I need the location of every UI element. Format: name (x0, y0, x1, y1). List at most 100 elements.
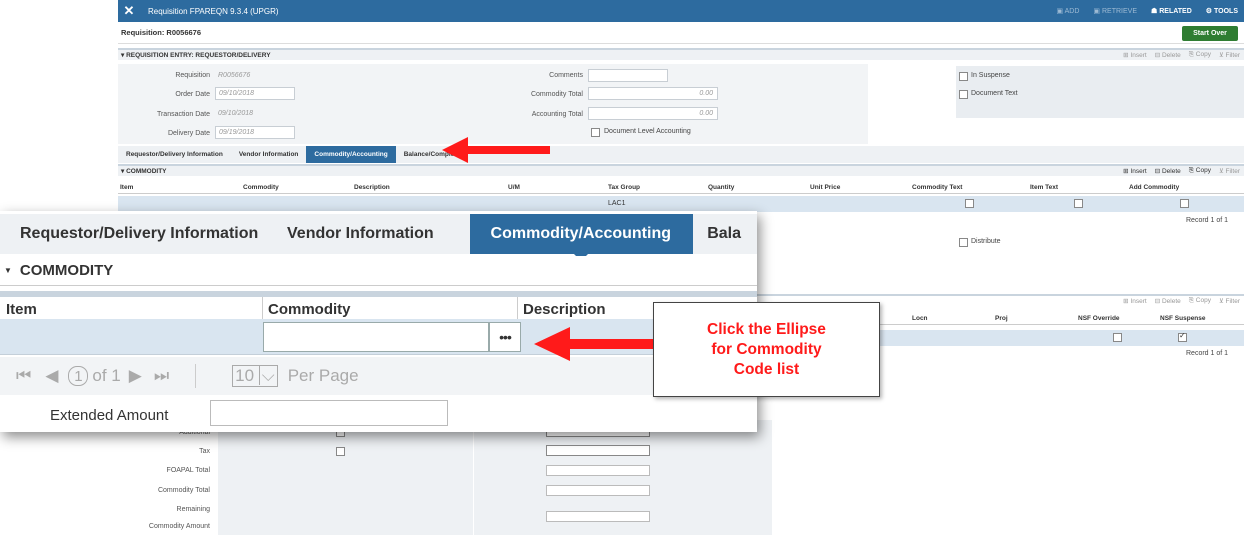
commodity-row[interactable]: LAC1 (118, 196, 1244, 212)
document-text-label: Document Text (971, 90, 1018, 97)
arrow-shaft (568, 339, 654, 349)
close-icon[interactable]: ✕ (118, 3, 140, 19)
prev-page-icon[interactable]: ◀ (45, 366, 58, 386)
zoom-section-header: ▼ COMMODITY (0, 256, 757, 286)
order-date-label: Order Date (175, 91, 210, 98)
filter-label: Filter (1225, 298, 1240, 305)
filter-label: Filter (1225, 52, 1240, 59)
filter-button[interactable]: ⊻ Filter (1219, 51, 1240, 59)
related-label: RELATED (1159, 8, 1192, 15)
tax-field[interactable] (546, 445, 650, 456)
comments-field[interactable] (588, 69, 668, 82)
foapal-total-label: FOAPAL Total (166, 467, 210, 474)
related-button[interactable]: ☗ RELATED (1151, 7, 1192, 15)
balance-col-a (218, 420, 473, 535)
col-item-text: Item Text (1030, 184, 1059, 191)
commodity-total-bal-field (546, 485, 650, 496)
item-text-checkbox[interactable] (1074, 199, 1083, 208)
col-locn: Locn (912, 315, 928, 322)
extended-amount-field[interactable] (210, 400, 448, 426)
commodity-section-title-text: COMMODITY (126, 168, 167, 175)
distribute-label: Distribute (971, 238, 1001, 245)
document-text-checkbox[interactable] (959, 90, 968, 99)
copy-button[interactable]: ⎘ Copy (1189, 51, 1211, 59)
commodity-code-input[interactable] (263, 322, 489, 352)
first-page-icon[interactable]: ⏮ (16, 366, 31, 386)
acct-filter-button[interactable]: ⊻ Filter (1219, 297, 1240, 305)
acct-insert-button[interactable]: ⊞ Insert (1123, 297, 1147, 305)
tools-button[interactable]: ⚙ TOOLS (1206, 7, 1238, 15)
commodity-insert-button[interactable]: ⊞ Insert (1123, 167, 1147, 175)
tax-checkbox[interactable] (336, 447, 345, 456)
zoom-tab-balance[interactable]: Bala (693, 214, 757, 254)
requisition-id: Requisition: R0056676 (121, 28, 202, 37)
commodity-total-label: Commodity Total (530, 91, 583, 98)
tab-requestor[interactable]: Requestor/Delivery Information (118, 146, 231, 163)
chevron-down-icon: ⌵ (258, 366, 275, 385)
ellipsis-pointer-arrow (534, 327, 654, 361)
record-count: Record 1 of 1 (1186, 217, 1229, 224)
col-quantity: Quantity (708, 184, 735, 191)
foapal-total-field (546, 465, 650, 476)
nsf-suspense-checkbox[interactable] (1178, 331, 1187, 342)
last-page-icon[interactable]: ⏭ (154, 366, 169, 386)
zoom-tab-requestor[interactable]: Requestor/Delivery Information (0, 214, 263, 254)
ellipsis-button[interactable]: ••• (489, 322, 521, 352)
commodity-delete-button[interactable]: ⊟ Delete (1155, 167, 1181, 175)
requisition-bar: Requisition: R0056676 (118, 22, 1244, 44)
add-button[interactable]: ▣ ADD (1056, 7, 1079, 15)
tab-bar: Requestor/Delivery Information Vendor In… (118, 146, 1244, 163)
tab-vendor[interactable]: Vendor Information (231, 146, 307, 163)
requisition-field: R0056676 (215, 69, 295, 82)
distribute-panel (868, 232, 1244, 290)
doc-level-accounting-label: Document Level Accounting (604, 128, 691, 135)
commodity-text-checkbox[interactable] (965, 199, 974, 208)
per-page-select[interactable]: 10 ⌵ (232, 365, 278, 387)
commodity-copy-button[interactable]: ⎘ Copy (1189, 167, 1211, 175)
distribute-checkbox[interactable] (959, 238, 968, 247)
collapse-icon[interactable]: ▼ (4, 266, 12, 275)
commodity-section-header: ▾ COMMODITY ⊞ Insert ⊟ Delete ⎘ Copy ⊻ F… (118, 164, 1244, 176)
insert-button[interactable]: ⊞ Insert (1123, 51, 1147, 59)
commodity-column-header: Item Commodity Description U/M Tax Group… (118, 181, 1244, 194)
zoom-tab-commodity[interactable]: Commodity/Accounting (469, 214, 694, 261)
remaining-label: Remaining (176, 506, 210, 513)
zoom-tab-vendor[interactable]: Vendor Information (263, 214, 470, 254)
insert-label: Insert (1130, 168, 1147, 175)
per-page-value: 10 (235, 366, 255, 385)
order-date-field[interactable]: 09/10/2018 (215, 87, 295, 100)
doc-level-accounting-checkbox[interactable] (591, 128, 600, 137)
col-commodity-text: Commodity Text (912, 184, 963, 191)
page-title: Requisition FPAREQN 9.3.4 (UPGR) (148, 6, 279, 16)
start-over-button[interactable]: Start Over (1182, 26, 1238, 41)
delivery-date-field[interactable]: 09/19/2018 (215, 126, 295, 139)
accounting-row[interactable] (875, 330, 1244, 346)
accounting-total-field: 0.00 (588, 107, 718, 120)
accounting-total-label: Accounting Total (531, 111, 583, 118)
per-page-label: Per Page (287, 366, 359, 385)
page-number-input[interactable]: 1 (68, 366, 89, 386)
record-count-accounting: Record 1 of 1 (1186, 350, 1229, 357)
entry-section-title: ▾ REQUISITION ENTRY: REQUESTOR/DELIVERY (121, 52, 271, 59)
acct-delete-button[interactable]: ⊟ Delete (1155, 297, 1181, 305)
commodity-filter-button[interactable]: ⊻ Filter (1219, 167, 1240, 175)
add-commodity-checkbox[interactable] (1180, 199, 1189, 208)
retrieve-button[interactable]: ▣ RETRIEVE (1093, 7, 1137, 15)
tab-pointer-arrow (442, 137, 550, 163)
tab-commodity-accounting[interactable]: Commodity/Accounting (306, 146, 396, 163)
col-tax-group: Tax Group (608, 184, 641, 191)
pagination-bar: ⏮ ◀ 1 of 1 ▶ ⏭ 10 ⌵ Per Page (0, 357, 757, 395)
in-suspense-checkbox[interactable] (959, 72, 968, 81)
delete-label: Delete (1161, 298, 1181, 305)
next-page-icon[interactable]: ▶ (129, 366, 142, 386)
delete-button[interactable]: ⊟ Delete (1155, 51, 1181, 59)
nsf-override-checkbox[interactable] (1113, 333, 1122, 342)
in-suspense-label: In Suspense (971, 72, 1010, 79)
insert-label: Insert (1130, 298, 1147, 305)
tax-group-cell: LAC1 (608, 200, 626, 207)
title-bar: ✕ Requisition FPAREQN 9.3.4 (UPGR) ▣ ADD… (118, 0, 1244, 22)
zoom-inset: Requestor/Delivery Information Vendor In… (0, 211, 757, 432)
acct-copy-button[interactable]: ⎘ Copy (1189, 297, 1211, 305)
filter-label: Filter (1225, 168, 1240, 175)
add-label: ADD (1064, 8, 1080, 15)
